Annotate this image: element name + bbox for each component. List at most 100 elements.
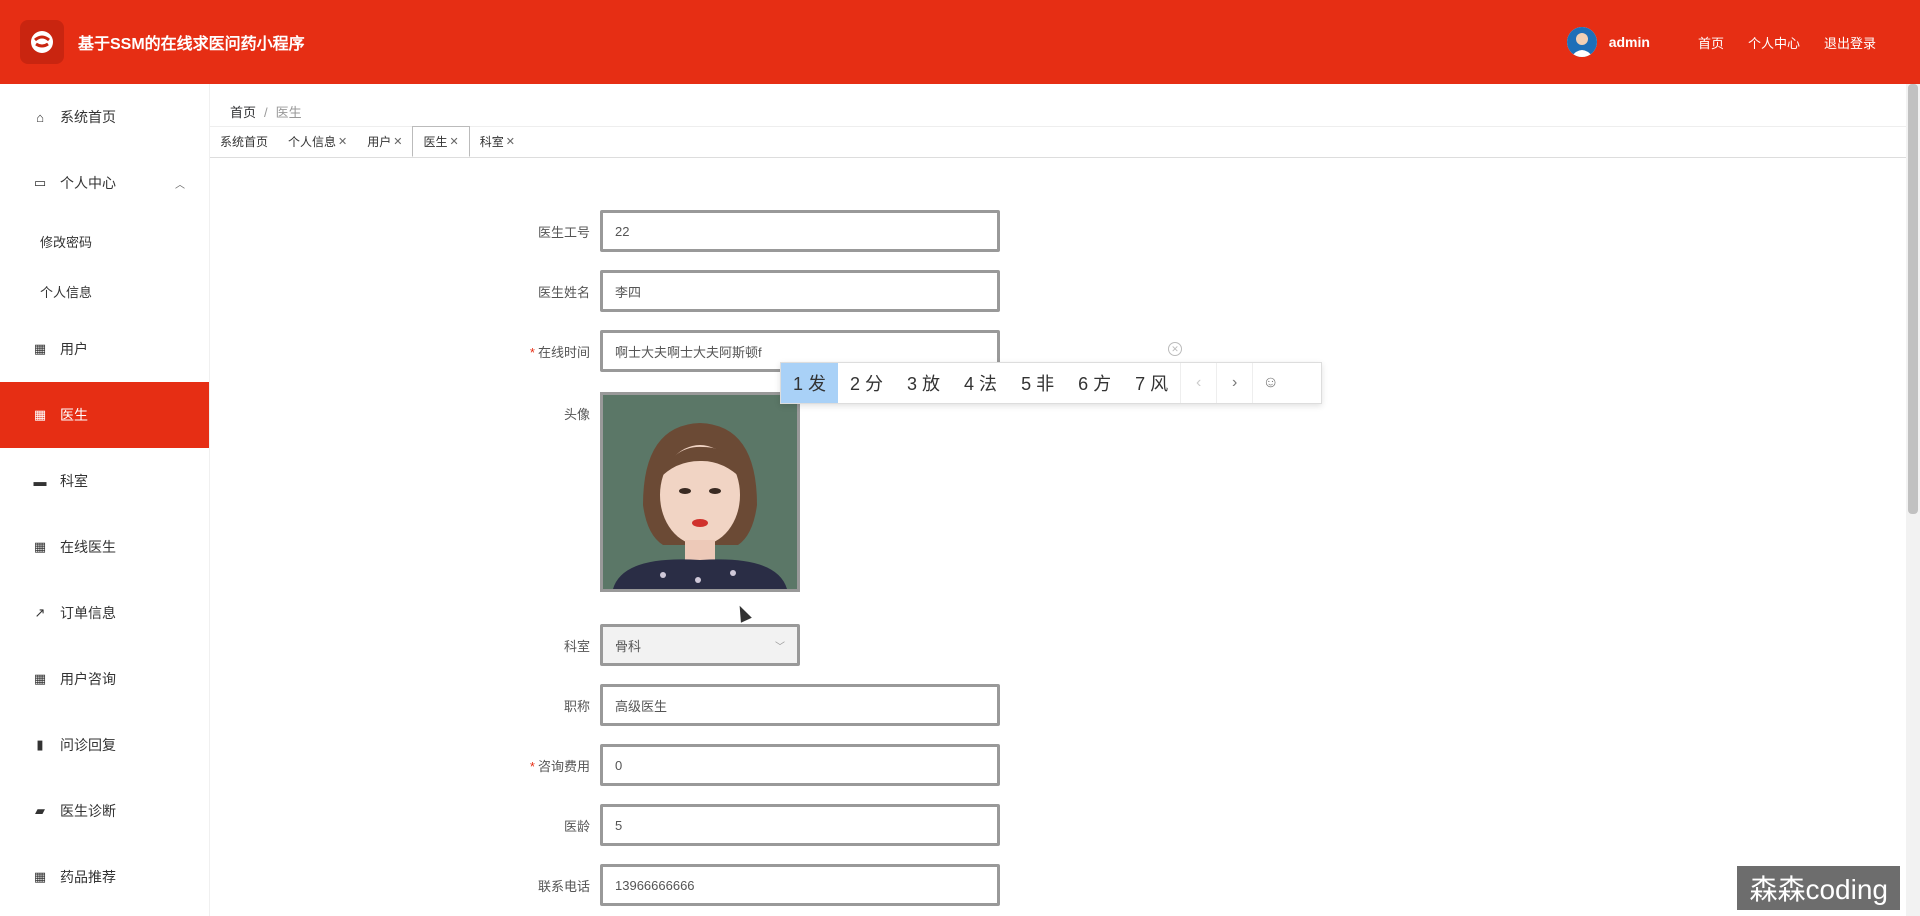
briefcase-icon: ▬	[33, 473, 47, 489]
clear-icon[interactable]: ✕	[1168, 342, 1182, 356]
title-input[interactable]: 高级医生	[600, 684, 1000, 726]
ime-candidate[interactable]: 2 分	[838, 363, 895, 403]
sidebar: ⌂ 系统首页 ▭ 个人中心 ︿ 修改密码 个人信息 ▦ 用户 ▦ 医生 ▬ 科室…	[0, 84, 210, 916]
doctor-name-input[interactable]: 李四	[600, 270, 1000, 312]
doctor-id-input[interactable]: 22	[600, 210, 1000, 252]
sidebar-subitem-change-password[interactable]: 修改密码	[0, 216, 209, 266]
sidebar-item-label: 问诊回复	[60, 737, 116, 753]
card-icon: ▭	[33, 175, 47, 190]
avatar-label: 头像	[563, 407, 590, 422]
phone-label: 联系电话	[537, 878, 590, 894]
form-row-phone: 联系电话 13966666666	[510, 864, 1000, 906]
form-row-title: 职称 高级医生	[510, 684, 1000, 726]
tab-doctors[interactable]: 医生 ✕	[412, 126, 470, 157]
chevron-down-icon: ﹀	[775, 641, 785, 653]
emoji-icon[interactable]: ☺	[1252, 363, 1288, 403]
tabs-bar: 系统首页 个人信息 ✕ 用户 ✕ 医生 ✕ 科室 ✕	[210, 126, 1920, 158]
user-avatar[interactable]	[1566, 27, 1597, 57]
sidebar-item-doctors[interactable]: ▦ 医生	[0, 382, 209, 448]
sidebar-item-consult-reply[interactable]: ▮ 问诊回复	[0, 712, 209, 778]
scrollbar[interactable]	[1906, 84, 1920, 916]
sidebar-item-label: 医生诊断	[60, 803, 116, 819]
header-link-logout[interactable]: 退出登录	[1824, 33, 1876, 52]
prev-page-icon[interactable]: ‹	[1180, 363, 1216, 403]
header-link-profile[interactable]: 个人中心	[1748, 33, 1800, 52]
department-select[interactable]: 骨科 ﹀	[600, 624, 800, 666]
sidebar-item-home[interactable]: ⌂ 系统首页	[0, 84, 209, 150]
top-header: 基于SSM的在线求医问药小程序 admin 首页 个人中心 退出登录	[0, 0, 1920, 84]
close-icon[interactable]: ✕	[450, 135, 459, 148]
form-row-years: 医龄 5	[510, 804, 1000, 846]
online-time-label: * 在线时间	[529, 344, 590, 360]
close-icon[interactable]: ✕	[506, 135, 515, 148]
tab-label: 个人信息	[288, 135, 337, 149]
years-input[interactable]: 5	[600, 804, 1000, 846]
username: admin	[1608, 34, 1650, 50]
tab-label: 科室	[479, 135, 504, 149]
years-label: 医龄	[563, 818, 590, 834]
form-row-doctor-name: 医生姓名 李四	[510, 270, 1000, 312]
tab-label: 系统首页	[220, 135, 269, 149]
ime-candidate[interactable]: 3 放	[895, 363, 952, 403]
ime-candidate[interactable]: 1 发	[781, 363, 839, 403]
grid-icon: ▦	[33, 407, 47, 422]
tab-departments[interactable]: 科室 ✕	[470, 126, 525, 157]
sidebar-item-label: 科室	[60, 473, 88, 489]
breadcrumb-current: 医生	[275, 105, 302, 120]
sidebar-item-medicine[interactable]: ▦ 药品推荐	[0, 844, 209, 910]
sidebar-subitem-personal-info[interactable]: 个人信息	[0, 266, 209, 316]
title-label: 职称	[563, 698, 590, 714]
app-logo-icon	[20, 20, 64, 64]
sidebar-item-diagnosis[interactable]: ▰ 医生诊断	[0, 778, 209, 844]
scrollbar-thumb[interactable]	[1908, 84, 1918, 514]
department-label: 科室	[563, 638, 590, 654]
home-icon: ⌂	[36, 109, 44, 125]
sidebar-item-label: 订单信息	[60, 605, 116, 621]
avatar-image[interactable]	[600, 392, 800, 592]
sidebar-item-personal-center[interactable]: ▭ 个人中心 ︿	[0, 150, 209, 216]
wallet-icon: ▰	[35, 803, 45, 818]
form-row-department: 科室 骨科 ﹀	[510, 624, 800, 666]
sidebar-item-label: 用户咨询	[60, 671, 116, 687]
header-link-home[interactable]: 首页	[1698, 33, 1724, 52]
fee-label: * 咨询费用	[529, 758, 590, 774]
sidebar-item-departments[interactable]: ▬ 科室	[0, 448, 209, 514]
chevron-up-icon: ︿	[175, 179, 185, 191]
sidebar-item-label: 在线医生	[60, 539, 116, 555]
close-icon[interactable]: ✕	[338, 135, 347, 148]
grid-icon: ▦	[33, 341, 47, 356]
tab-label: 用户	[367, 135, 392, 149]
next-page-icon[interactable]: ›	[1216, 363, 1252, 403]
ime-candidate-popup: 1 发 2 分 3 放 4 法 5 非 6 方 7 风 ‹ › ☺	[780, 362, 1322, 404]
department-value: 骨科	[615, 638, 642, 654]
fee-input[interactable]: 0	[600, 744, 1000, 786]
sidebar-item-label: 医生	[60, 407, 88, 423]
trend-icon: ↗	[34, 605, 46, 620]
tab-label: 医生	[423, 135, 448, 149]
bar-chart-icon: ▮	[36, 737, 44, 752]
form-row-avatar: 头像	[510, 392, 800, 592]
doctor-id-label: 医生工号	[537, 224, 590, 240]
close-icon[interactable]: ✕	[393, 135, 402, 148]
sidebar-item-label: 个人中心	[60, 175, 116, 191]
sidebar-item-label: 药品推荐	[60, 869, 116, 885]
form-row-fee: * 咨询费用 0	[510, 744, 1000, 786]
form-row-doctor-id: 医生工号 22	[510, 210, 1000, 252]
grid-icon: ▦	[33, 869, 47, 884]
tab-users[interactable]: 用户 ✕	[357, 126, 412, 157]
sidebar-item-label: 用户	[60, 341, 88, 357]
sidebar-item-label: 系统首页	[60, 109, 116, 125]
sidebar-item-user-consult[interactable]: ▦ 用户咨询	[0, 646, 209, 712]
sidebar-item-online-doctors[interactable]: ▦ 在线医生	[0, 514, 209, 580]
tab-home[interactable]: 系统首页	[210, 126, 278, 157]
ime-candidate[interactable]: 7 风	[1123, 363, 1180, 403]
tab-personal-info[interactable]: 个人信息 ✕	[278, 126, 357, 157]
ime-candidate[interactable]: 6 方	[1066, 363, 1123, 403]
phone-input[interactable]: 13966666666	[600, 864, 1000, 906]
ime-candidate[interactable]: 5 非	[1009, 363, 1066, 403]
sidebar-item-users[interactable]: ▦ 用户	[0, 316, 209, 382]
ime-candidate[interactable]: 4 法	[952, 363, 1009, 403]
breadcrumb-home[interactable]: 首页	[230, 105, 256, 120]
doctor-name-label: 医生姓名	[537, 284, 590, 300]
sidebar-item-orders[interactable]: ↗ 订单信息	[0, 580, 209, 646]
